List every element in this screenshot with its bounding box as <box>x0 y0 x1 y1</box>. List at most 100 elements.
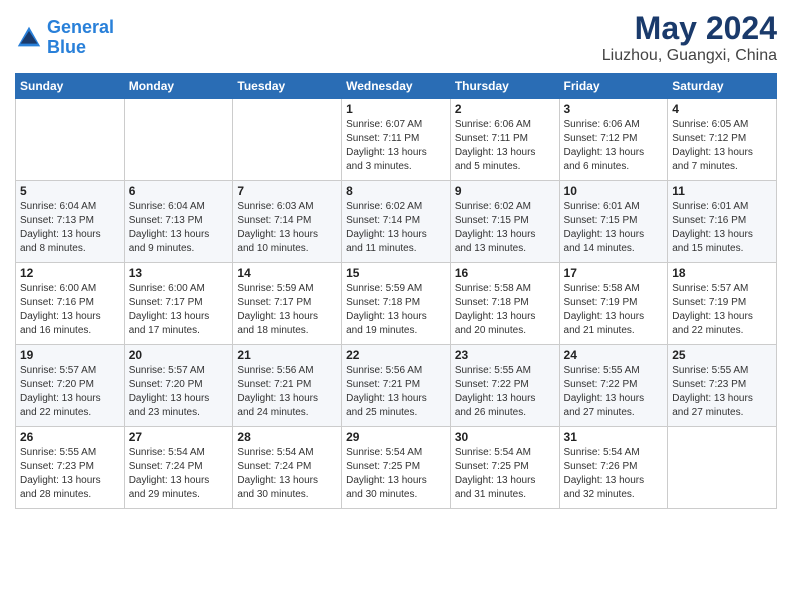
day-number: 3 <box>564 102 664 116</box>
day-number: 30 <box>455 430 555 444</box>
calendar-cell: 15 Sunrise: 5:59 AM Sunset: 7:18 PM Dayli… <box>342 263 451 345</box>
logo-icon <box>15 24 43 52</box>
day-number: 5 <box>20 184 120 198</box>
calendar-cell: 17 Sunrise: 5:58 AM Sunset: 7:19 PM Dayli… <box>559 263 668 345</box>
day-info: Sunrise: 5:54 AM Sunset: 7:25 PM Dayligh… <box>346 446 446 502</box>
day-number: 21 <box>237 348 337 362</box>
calendar-cell: 28 Sunrise: 5:54 AM Sunset: 7:24 PM Dayli… <box>233 427 342 509</box>
day-info: Sunrise: 5:59 AM Sunset: 7:17 PM Dayligh… <box>237 282 337 338</box>
logo-text: General Blue <box>47 18 114 58</box>
day-info: Sunrise: 5:58 AM Sunset: 7:19 PM Dayligh… <box>564 282 664 338</box>
calendar-cell: 8 Sunrise: 6:02 AM Sunset: 7:14 PM Daylig… <box>342 181 451 263</box>
day-info: Sunrise: 5:55 AM Sunset: 7:22 PM Dayligh… <box>564 364 664 420</box>
day-number: 2 <box>455 102 555 116</box>
day-info: Sunrise: 6:02 AM Sunset: 7:15 PM Dayligh… <box>455 200 555 256</box>
weekday-header: Tuesday <box>233 74 342 99</box>
calendar-week: 1 Sunrise: 6:07 AM Sunset: 7:11 PM Daylig… <box>16 99 777 181</box>
day-number: 8 <box>346 184 446 198</box>
calendar-cell: 27Sunrise: 5:54 AM Sunset: 7:24 PM Dayli… <box>124 427 233 509</box>
subtitle: Liuzhou, Guangxi, China <box>602 47 777 65</box>
weekday-header: Wednesday <box>342 74 451 99</box>
day-info: Sunrise: 6:04 AM Sunset: 7:13 PM Dayligh… <box>20 200 120 256</box>
calendar-cell: 30 Sunrise: 5:54 AM Sunset: 7:25 PM Dayli… <box>450 427 559 509</box>
day-number: 26 <box>20 430 120 444</box>
calendar-cell: 18Sunrise: 5:57 AM Sunset: 7:19 PM Dayli… <box>668 263 777 345</box>
day-number: 20 <box>129 348 229 362</box>
weekday-header: Sunday <box>16 74 125 99</box>
calendar-cell: 24Sunrise: 5:55 AM Sunset: 7:22 PM Dayli… <box>559 345 668 427</box>
calendar-cell: 21 Sunrise: 5:56 AM Sunset: 7:21 PM Dayli… <box>233 345 342 427</box>
weekday-header: Thursday <box>450 74 559 99</box>
day-info: Sunrise: 5:54 AM Sunset: 7:26 PM Dayligh… <box>564 446 664 502</box>
day-info: Sunrise: 5:57 AM Sunset: 7:20 PM Dayligh… <box>20 364 120 420</box>
day-info: Sunrise: 6:05 AM Sunset: 7:12 PM Dayligh… <box>672 118 772 174</box>
calendar-cell <box>233 99 342 181</box>
day-number: 1 <box>346 102 446 116</box>
day-number: 11 <box>672 184 772 198</box>
day-number: 18 <box>672 266 772 280</box>
day-info: Sunrise: 6:04 AM Sunset: 7:13 PM Dayligh… <box>129 200 229 256</box>
header: General Blue May 2024 Liuzhou, Guangxi, … <box>15 10 777 65</box>
calendar-cell: 20 Sunrise: 5:57 AM Sunset: 7:20 PM Dayli… <box>124 345 233 427</box>
calendar-cell: 25 Sunrise: 5:55 AM Sunset: 7:23 PM Dayli… <box>668 345 777 427</box>
weekday-header: Friday <box>559 74 668 99</box>
day-info: Sunrise: 5:59 AM Sunset: 7:18 PM Dayligh… <box>346 282 446 338</box>
day-info: Sunrise: 6:07 AM Sunset: 7:11 PM Dayligh… <box>346 118 446 174</box>
calendar-cell: 13Sunrise: 6:00 AM Sunset: 7:17 PM Dayli… <box>124 263 233 345</box>
day-number: 19 <box>20 348 120 362</box>
calendar-cell: 12 Sunrise: 6:00 AM Sunset: 7:16 PM Dayli… <box>16 263 125 345</box>
day-number: 17 <box>564 266 664 280</box>
day-info: Sunrise: 6:00 AM Sunset: 7:16 PM Dayligh… <box>20 282 120 338</box>
day-number: 16 <box>455 266 555 280</box>
day-info: Sunrise: 5:56 AM Sunset: 7:21 PM Dayligh… <box>237 364 337 420</box>
title-section: May 2024 Liuzhou, Guangxi, China <box>602 10 777 65</box>
day-info: Sunrise: 5:55 AM Sunset: 7:22 PM Dayligh… <box>455 364 555 420</box>
day-info: Sunrise: 5:55 AM Sunset: 7:23 PM Dayligh… <box>672 364 772 420</box>
calendar-cell <box>16 99 125 181</box>
calendar-cell: 19 Sunrise: 5:57 AM Sunset: 7:20 PM Dayli… <box>16 345 125 427</box>
calendar-cell: 14Sunrise: 5:59 AM Sunset: 7:17 PM Dayli… <box>233 263 342 345</box>
day-number: 12 <box>20 266 120 280</box>
day-info: Sunrise: 6:02 AM Sunset: 7:14 PM Dayligh… <box>346 200 446 256</box>
day-number: 25 <box>672 348 772 362</box>
calendar-cell: 1 Sunrise: 6:07 AM Sunset: 7:11 PM Daylig… <box>342 99 451 181</box>
day-info: Sunrise: 6:03 AM Sunset: 7:14 PM Dayligh… <box>237 200 337 256</box>
day-number: 28 <box>237 430 337 444</box>
calendar-cell: 11 Sunrise: 6:01 AM Sunset: 7:16 PM Dayli… <box>668 181 777 263</box>
calendar-cell: 6 Sunrise: 6:04 AM Sunset: 7:13 PM Daylig… <box>124 181 233 263</box>
calendar-week: 5 Sunrise: 6:04 AM Sunset: 7:13 PM Daylig… <box>16 181 777 263</box>
main-title: May 2024 <box>602 10 777 47</box>
day-info: Sunrise: 5:58 AM Sunset: 7:18 PM Dayligh… <box>455 282 555 338</box>
day-number: 10 <box>564 184 664 198</box>
calendar-cell: 23 Sunrise: 5:55 AM Sunset: 7:22 PM Dayli… <box>450 345 559 427</box>
weekday-header: Saturday <box>668 74 777 99</box>
day-number: 23 <box>455 348 555 362</box>
calendar-cell: 26 Sunrise: 5:55 AM Sunset: 7:23 PM Dayli… <box>16 427 125 509</box>
calendar-cell: 5 Sunrise: 6:04 AM Sunset: 7:13 PM Daylig… <box>16 181 125 263</box>
calendar-cell: 7Sunrise: 6:03 AM Sunset: 7:14 PM Daylig… <box>233 181 342 263</box>
logo: General Blue <box>15 18 114 58</box>
day-info: Sunrise: 6:06 AM Sunset: 7:11 PM Dayligh… <box>455 118 555 174</box>
calendar-cell: 3 Sunrise: 6:06 AM Sunset: 7:12 PM Daylig… <box>559 99 668 181</box>
calendar-cell <box>668 427 777 509</box>
day-number: 22 <box>346 348 446 362</box>
calendar-week: 19 Sunrise: 5:57 AM Sunset: 7:20 PM Dayli… <box>16 345 777 427</box>
day-number: 31 <box>564 430 664 444</box>
day-info: Sunrise: 5:54 AM Sunset: 7:25 PM Dayligh… <box>455 446 555 502</box>
day-info: Sunrise: 5:55 AM Sunset: 7:23 PM Dayligh… <box>20 446 120 502</box>
day-info: Sunrise: 5:54 AM Sunset: 7:24 PM Dayligh… <box>237 446 337 502</box>
calendar-cell: 16 Sunrise: 5:58 AM Sunset: 7:18 PM Dayli… <box>450 263 559 345</box>
day-number: 9 <box>455 184 555 198</box>
day-info: Sunrise: 6:06 AM Sunset: 7:12 PM Dayligh… <box>564 118 664 174</box>
day-info: Sunrise: 6:01 AM Sunset: 7:16 PM Dayligh… <box>672 200 772 256</box>
calendar-cell: 2 Sunrise: 6:06 AM Sunset: 7:11 PM Daylig… <box>450 99 559 181</box>
calendar-cell: 10 Sunrise: 6:01 AM Sunset: 7:15 PM Dayli… <box>559 181 668 263</box>
day-number: 29 <box>346 430 446 444</box>
day-info: Sunrise: 6:01 AM Sunset: 7:15 PM Dayligh… <box>564 200 664 256</box>
day-info: Sunrise: 5:57 AM Sunset: 7:20 PM Dayligh… <box>129 364 229 420</box>
day-number: 15 <box>346 266 446 280</box>
day-number: 6 <box>129 184 229 198</box>
page: General Blue May 2024 Liuzhou, Guangxi, … <box>0 0 792 612</box>
calendar-cell: 22Sunrise: 5:56 AM Sunset: 7:21 PM Dayli… <box>342 345 451 427</box>
day-info: Sunrise: 6:00 AM Sunset: 7:17 PM Dayligh… <box>129 282 229 338</box>
